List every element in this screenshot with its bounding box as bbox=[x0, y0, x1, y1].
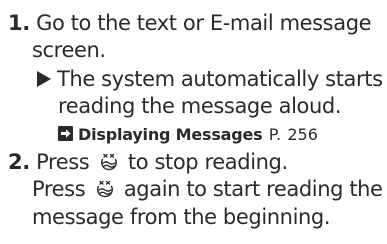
step-text: Go to the text or E-mail message bbox=[36, 11, 372, 35]
reference-arrow-icon bbox=[58, 126, 73, 141]
cross-reference[interactable]: Displaying Messages P. 256 bbox=[58, 120, 318, 148]
instruction-page: 1. Go to the text or E-mail message scre… bbox=[0, 0, 387, 244]
triangle-right-icon bbox=[37, 71, 51, 87]
step-text: to stop reading. bbox=[127, 150, 288, 174]
step-1-line-2: screen. bbox=[32, 37, 106, 63]
step-text: Press bbox=[36, 150, 90, 174]
step-2-line-1: 2. Press to stop reading. bbox=[8, 149, 288, 175]
reference-page-number: 256 bbox=[287, 125, 318, 144]
result-line-1: The system automatically starts bbox=[37, 66, 383, 92]
step-text: screen. bbox=[32, 38, 106, 62]
reference-link[interactable]: Displaying Messages bbox=[78, 125, 263, 144]
step-text: Press bbox=[32, 177, 86, 201]
talk-button-icon bbox=[98, 151, 120, 173]
step-2-line-2: Press again to start reading the bbox=[32, 176, 383, 202]
step-number: 1. bbox=[8, 11, 30, 35]
step-text: message from the beginning. bbox=[32, 205, 331, 229]
step-1-line-1: 1. Go to the text or E-mail message bbox=[8, 10, 372, 36]
step-text: again to start reading the bbox=[123, 177, 383, 201]
step-2-line-3: message from the beginning. bbox=[32, 204, 331, 230]
step-number: 2. bbox=[8, 150, 30, 174]
result-text: reading the message aloud. bbox=[58, 94, 342, 118]
talk-button-icon bbox=[94, 178, 116, 200]
reference-page-prefix: P. bbox=[268, 125, 282, 144]
result-text: The system automatically starts bbox=[57, 67, 383, 91]
result-line-2: reading the message aloud. bbox=[58, 93, 342, 119]
